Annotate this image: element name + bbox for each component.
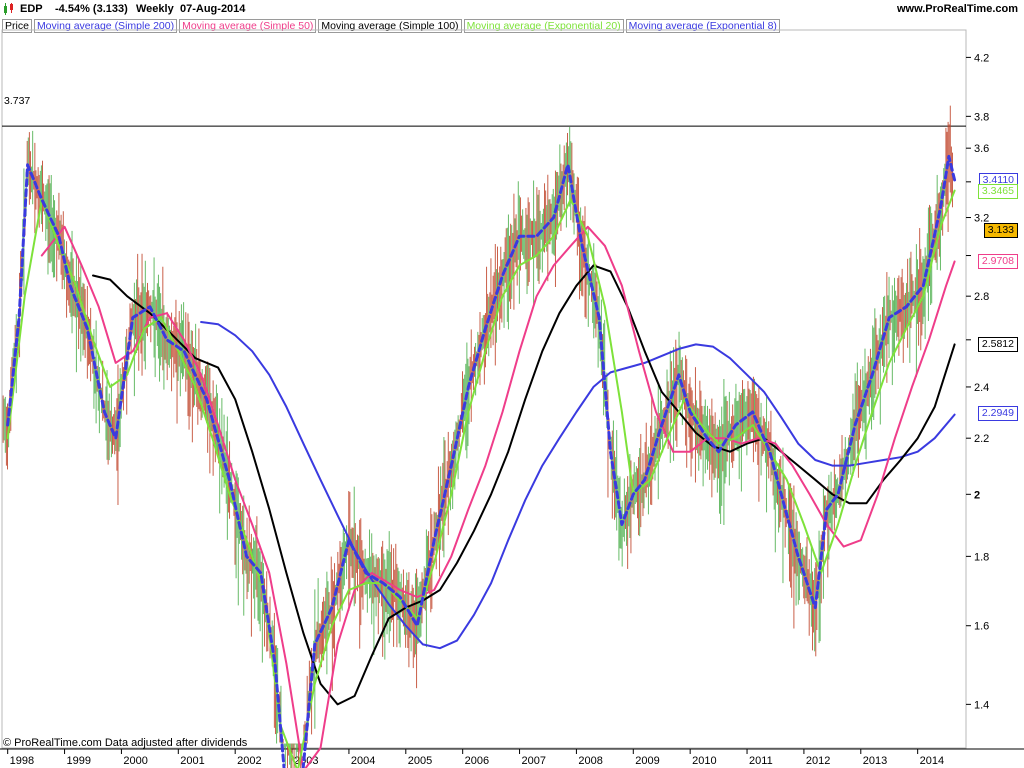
x-tick-label: 1999 [67, 755, 91, 767]
x-tick-label: 2004 [351, 755, 375, 767]
y-tick-label: 1.6 [974, 621, 989, 633]
price-tag: 2.9708 [977, 254, 1018, 270]
price-chart[interactable]: 1.41.61.822.22.42.83.23.63.84.21998 1999 2… [0, 0, 1024, 768]
x-tick-label: 2007 [522, 755, 546, 767]
x-tick-label: 2006 [465, 755, 489, 767]
y-tick-label: 2.4 [974, 382, 989, 394]
x-tick-label: 2012 [806, 755, 830, 767]
price-tag: 2.2949 [977, 406, 1018, 422]
x-tick-label: 2009 [635, 755, 659, 767]
y-tick-label: 2 [974, 489, 980, 501]
x-tick-label: 2005 [408, 755, 432, 767]
y-tick-label: 2.2 [974, 433, 989, 445]
x-tick-label: 2014 [920, 755, 944, 767]
y-tick-label: 1.8 [974, 551, 989, 563]
price-tag: 3.3465 [977, 184, 1018, 200]
y-tick-label: 3.6 [974, 143, 989, 155]
x-tick-label: 2002 [237, 755, 261, 767]
series-line-0 [6, 154, 957, 768]
y-tick-label: 2.8 [974, 291, 989, 303]
price-tag: 2.5812 [977, 337, 1018, 353]
x-tick-label: 2000 [123, 755, 147, 767]
y-tick-label: 4.2 [974, 52, 989, 64]
footer-copyright: © ProRealTime.com Data adjusted after di… [3, 737, 248, 749]
x-tick-label: 1998 [10, 755, 34, 767]
price-tag: 3.133 [983, 222, 1018, 238]
y-tick-label: 3.8 [974, 111, 989, 123]
series-line-1 [6, 189, 956, 768]
high-line-label: 3.737 [4, 95, 31, 107]
x-tick-label: 2010 [692, 755, 716, 767]
x-tick-label: 2001 [180, 755, 204, 767]
x-tick-label: 2011 [749, 755, 773, 767]
plot-frame [1, 29, 967, 749]
x-tick-label: 2013 [863, 755, 887, 767]
y-tick-label: 1.4 [974, 699, 989, 711]
x-tick-label: 2008 [578, 755, 602, 767]
